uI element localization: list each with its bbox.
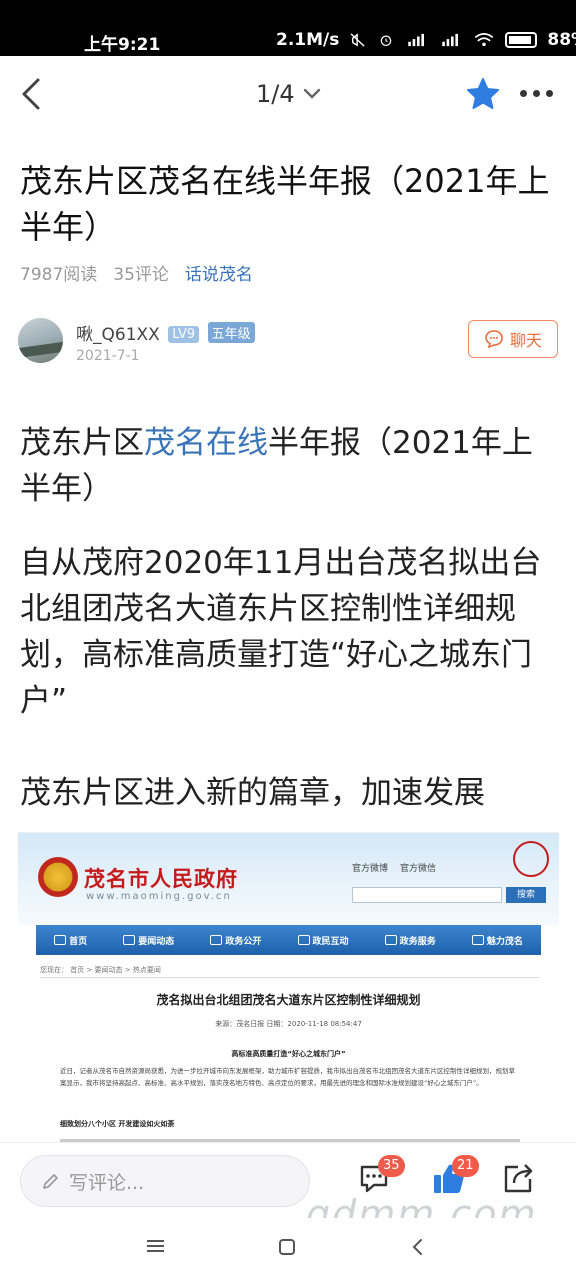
article-title: 茂东片区茂名在线半年报（2021年上半年） bbox=[20, 162, 550, 246]
national-emblem-icon bbox=[38, 857, 78, 897]
network-speed: 2.1M/s bbox=[276, 30, 340, 50]
battery-level: 88% bbox=[547, 30, 576, 50]
comment-badge: 35 bbox=[378, 1155, 405, 1177]
gov-article-heading: 细致划分八个小区 开发建设如火如荼 bbox=[60, 1120, 175, 1128]
level-badge: LV9 bbox=[168, 326, 200, 343]
mute-icon bbox=[350, 33, 365, 47]
system-nav-bar bbox=[0, 1218, 576, 1280]
gov-article-source: 来源：茂名日报 日期：2020-11-18 08:54:47 bbox=[215, 1020, 362, 1028]
author-name[interactable]: 啾_Q61XX bbox=[76, 325, 160, 345]
wifi-icon bbox=[475, 33, 494, 47]
signal-hd-2-icon bbox=[442, 33, 459, 47]
paragraph-2: 自从茂府2020年11月出台茂名拟出台北组团茂名大道东片区控制性详细规划，高标准… bbox=[20, 545, 542, 719]
paragraph-1-prefix: 茂东片区 bbox=[20, 425, 144, 461]
gov-links: 官方微博 官方微信 bbox=[352, 861, 436, 874]
paragraph-3: 茂东片区进入新的篇章，加速发展 bbox=[20, 775, 485, 811]
author-row: 啾_Q61XX LV9 五年级 2021-7-1 聊天 bbox=[18, 318, 558, 372]
gov-breadcrumb: 您现在： 首页 > 要闻动态 > 热点要闻 bbox=[40, 966, 161, 974]
gov-article-title: 茂名拟出台北组团茂名大道东片区控制性详细规划 bbox=[156, 993, 421, 1007]
author-info: 啾_Q61XX LV9 五年级 bbox=[76, 320, 255, 345]
signal-hd-1-icon bbox=[408, 33, 425, 47]
like-badge: 21 bbox=[452, 1155, 479, 1177]
chat-button[interactable]: 聊天 bbox=[468, 320, 558, 358]
post-date: 2021-7-1 bbox=[76, 348, 140, 364]
gov-nav-item: 魅力茂名 bbox=[471, 934, 523, 947]
status-time: 上午9:21 bbox=[84, 35, 161, 55]
grade-badge: 五年级 bbox=[207, 322, 255, 343]
chat-bubble-icon bbox=[485, 330, 503, 349]
alarm-icon bbox=[381, 35, 392, 47]
gov-search-button: 搜索 bbox=[506, 887, 546, 903]
page-selector[interactable]: 1/4 bbox=[256, 80, 321, 108]
menu-icon[interactable] bbox=[146, 1238, 166, 1254]
gov-banner: 茂名市人民政府 www.maoming.gov.cn 官方微博 官方微信 搜索 bbox=[18, 833, 559, 925]
gov-nav-item: 政民互动 bbox=[297, 934, 349, 947]
chat-label: 聊天 bbox=[509, 331, 542, 350]
gov-nav-item: 政务公开 bbox=[210, 934, 261, 947]
gov-link-wechat: 官方微信 bbox=[400, 864, 437, 874]
favorite-star-icon[interactable] bbox=[465, 76, 501, 112]
home-icon[interactable] bbox=[278, 1238, 296, 1256]
inline-link[interactable]: 茂名在线 bbox=[144, 425, 268, 461]
battery-icon bbox=[505, 32, 538, 48]
gov-nav: 首页 要闻动态 政务公开 政民互动 政务服务 魅力茂名 bbox=[36, 925, 541, 955]
gov-nav-item: 政务服务 bbox=[384, 934, 436, 947]
read-count: 7987阅读 bbox=[20, 265, 98, 285]
article-meta: 7987阅读 35评论 话说茂名 bbox=[20, 260, 253, 285]
comment-count: 35评论 bbox=[113, 265, 169, 285]
comment-placeholder: 写评论... bbox=[69, 1171, 145, 1194]
pencil-icon bbox=[43, 1174, 58, 1189]
gov-site-title: 茂名市人民政府 bbox=[84, 867, 238, 891]
top-bar: 1/4 bbox=[0, 56, 576, 132]
divider bbox=[40, 977, 540, 978]
gov-site-url: www.maoming.gov.cn bbox=[86, 891, 232, 902]
paragraph-1: 茂东片区茂名在线半年报（2021年上半年） bbox=[20, 420, 556, 512]
comment-input[interactable]: 写评论... bbox=[20, 1155, 310, 1207]
gov-nav-item: 首页 bbox=[54, 934, 87, 947]
gov-search-box bbox=[352, 887, 502, 903]
seal-icon bbox=[513, 841, 549, 877]
gov-article-subheading: 高标准高质量打造“好心之城东门户” bbox=[231, 1050, 346, 1058]
embedded-image[interactable]: 茂名市人民政府 www.maoming.gov.cn 官方微博 官方微信 搜索 … bbox=[18, 832, 559, 1152]
gov-article-paragraph: 近日，记者从茂名市自然资源局获悉，为进一步拉开城市向东发展框架，助力城市扩容提质… bbox=[60, 1067, 515, 1087]
avatar[interactable] bbox=[18, 318, 63, 363]
back-icon[interactable] bbox=[410, 1238, 424, 1256]
chevron-down-icon bbox=[303, 88, 320, 99]
more-options-icon[interactable] bbox=[520, 90, 553, 97]
gov-link-weibo: 官方微博 bbox=[352, 864, 389, 874]
gov-nav-item: 要闻动态 bbox=[123, 934, 174, 947]
status-icons: 2.1M/s 88% bbox=[276, 30, 576, 50]
back-arrow-icon[interactable] bbox=[18, 76, 48, 112]
status-bar: 上午9:21 2.1M/s 88% bbox=[0, 0, 576, 56]
topic-link[interactable]: 话说茂名 bbox=[185, 260, 253, 285]
page-indicator: 1/4 bbox=[256, 80, 295, 108]
